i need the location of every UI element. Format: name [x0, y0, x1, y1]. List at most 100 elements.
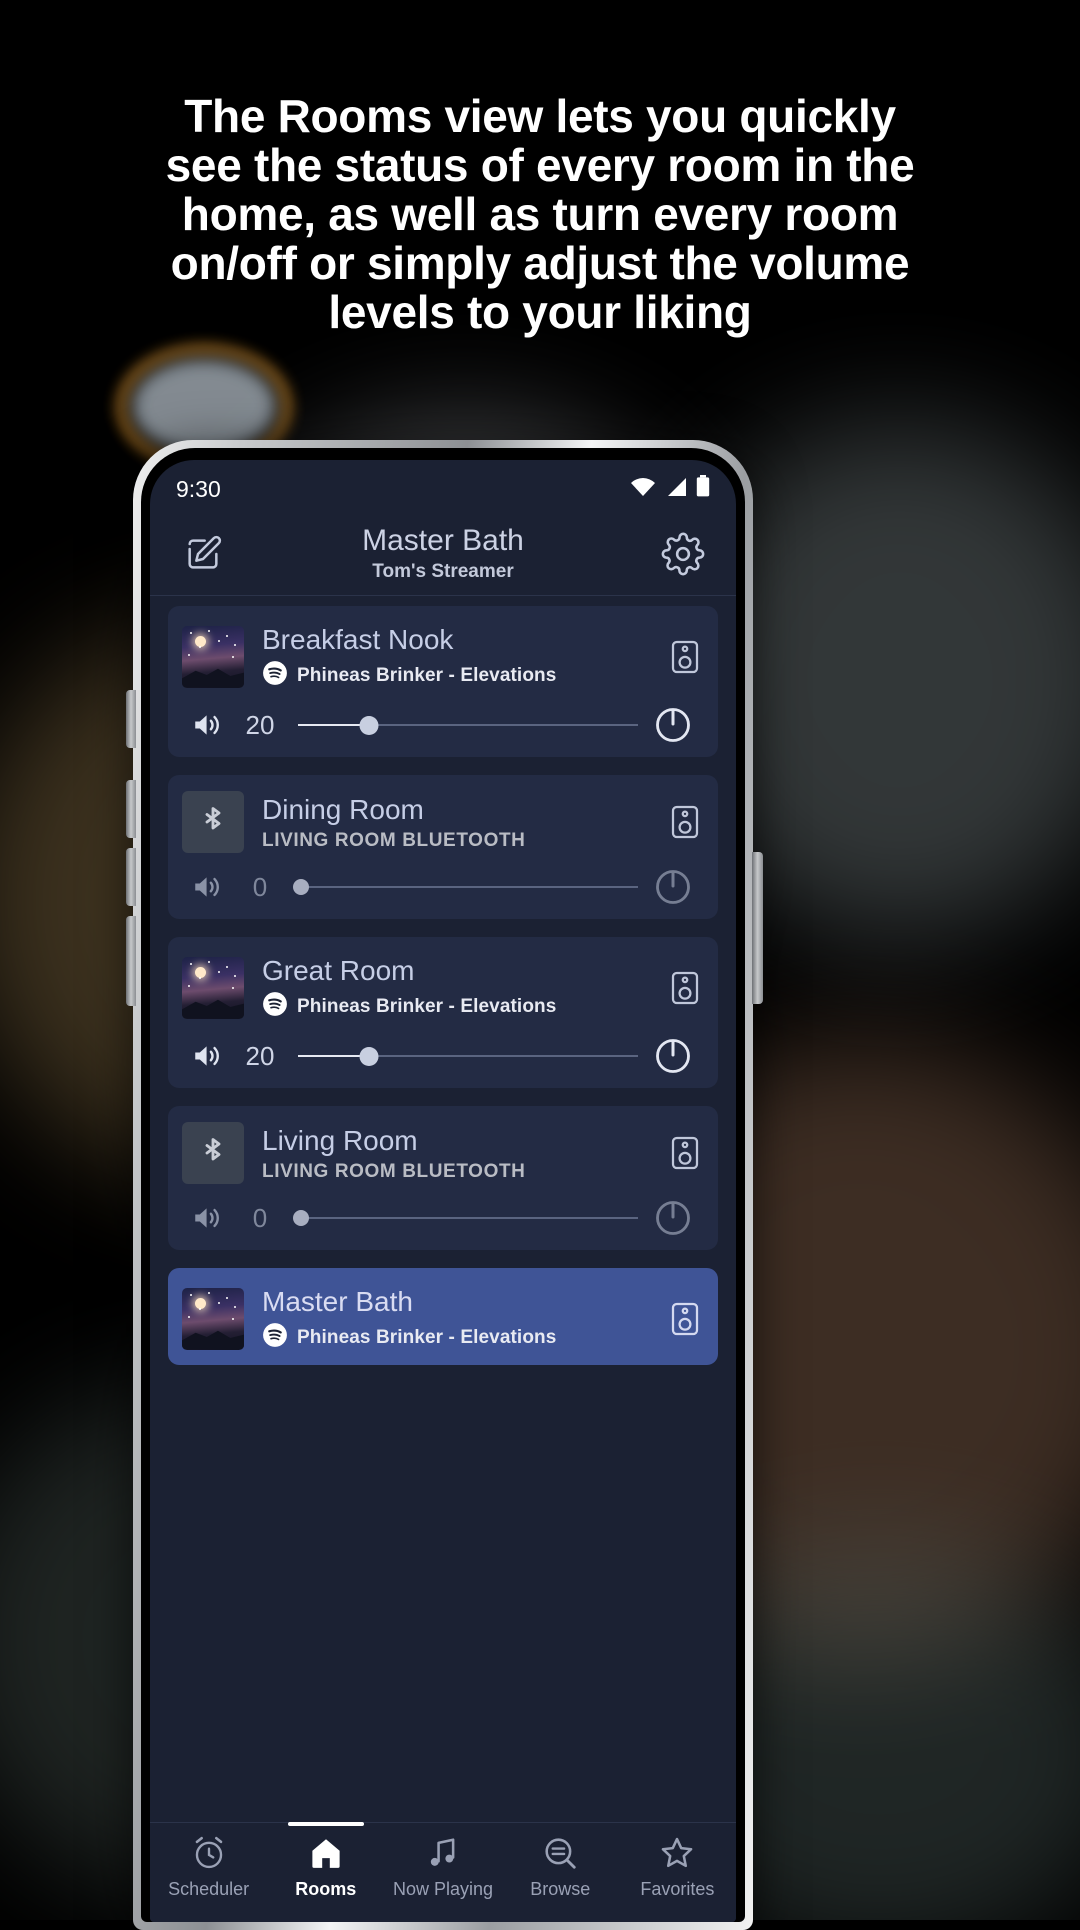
- power-button[interactable]: [646, 867, 700, 907]
- slider-fill: [298, 724, 370, 726]
- slider-knob[interactable]: [293, 879, 310, 895]
- room-info: Dining Room LIVING ROOM BLUETOOTH: [244, 792, 666, 852]
- album-art[interactable]: [182, 1287, 244, 1350]
- phone-bezel: 9:30 Master Bath Tom's Streamer Breakfas…: [141, 448, 745, 1922]
- volume-slider[interactable]: [298, 712, 638, 738]
- power-button[interactable]: [646, 705, 700, 745]
- phone-side-button: [126, 690, 136, 748]
- bottom-navigation: Scheduler Rooms Now Playing Browse Favorites: [150, 1822, 736, 1922]
- wifi-icon: [630, 476, 656, 503]
- slider-knob[interactable]: [359, 1046, 379, 1066]
- room-card[interactable]: Dining Room LIVING ROOM BLUETOOTH 0: [168, 775, 718, 919]
- room-card-header: Breakfast Nook Phineas Brinker - Elevatio…: [182, 622, 704, 691]
- power-button[interactable]: [646, 1198, 700, 1238]
- room-card[interactable]: Living Room LIVING ROOM BLUETOOTH 0: [168, 1106, 718, 1250]
- room-now-playing: Phineas Brinker - Elevations: [262, 1322, 666, 1353]
- volume-slider[interactable]: [298, 1043, 638, 1069]
- nav-item-label: Now Playing: [392, 1879, 494, 1899]
- status-bar: 9:30: [150, 460, 736, 512]
- volume-icon[interactable]: [186, 1201, 230, 1235]
- speaker-icon[interactable]: [666, 639, 704, 675]
- speaker-icon[interactable]: [666, 1135, 704, 1171]
- nav-item-label: Rooms: [295, 1879, 357, 1899]
- speaker-icon[interactable]: [666, 804, 704, 840]
- room-card-header: Great Room Phineas Brinker - Elevations: [182, 953, 704, 1022]
- headline-line: on/off or simply adjust the volume: [170, 237, 910, 289]
- room-card-header: Master Bath Phineas Brinker - Elevations: [182, 1284, 704, 1353]
- now-playing-text: Phineas Brinker - Elevations: [297, 995, 557, 1017]
- home-icon: [307, 1831, 345, 1875]
- nav-item-favorites[interactable]: Favorites: [619, 1831, 736, 1900]
- room-controls: 20: [182, 1036, 704, 1076]
- volume-value: 0: [252, 871, 268, 902]
- slider-fill: [298, 1055, 370, 1057]
- room-name: Dining Room: [262, 794, 424, 825]
- room-controls: 20: [182, 705, 704, 745]
- room-name: Living Room: [262, 1125, 418, 1156]
- page-subtitle: Tom's Streamer: [372, 560, 514, 582]
- now-playing-text: Phineas Brinker - Elevations: [297, 1326, 557, 1348]
- headline-line: home, as well as turn every room: [181, 188, 899, 240]
- volume-value: 0: [252, 1202, 268, 1233]
- volume-slider[interactable]: [293, 874, 638, 900]
- room-card[interactable]: Master Bath Phineas Brinker - Elevations: [168, 1268, 718, 1365]
- nav-item-now-playing[interactable]: Now Playing: [384, 1831, 501, 1900]
- room-controls: 0: [182, 1198, 704, 1238]
- spotify-icon: [262, 660, 288, 691]
- room-now-playing: Phineas Brinker - Elevations: [262, 991, 666, 1022]
- volume-slider[interactable]: [293, 1205, 638, 1231]
- volume-icon[interactable]: [186, 708, 230, 742]
- phone-screen: 9:30 Master Bath Tom's Streamer Breakfas…: [150, 460, 736, 1922]
- edit-pencil-icon[interactable]: [180, 531, 226, 577]
- nav-item-label: Scheduler: [168, 1879, 250, 1899]
- volume-icon[interactable]: [186, 870, 230, 904]
- volume-value: 20: [245, 709, 275, 740]
- room-now-playing: LIVING ROOM BLUETOOTH: [262, 1161, 666, 1183]
- phone-side-button: [126, 848, 136, 906]
- now-playing-text: LIVING ROOM BLUETOOTH: [262, 830, 526, 851]
- promo-headline: The Rooms view lets you quickly see the …: [0, 92, 1080, 337]
- slider-knob[interactable]: [293, 1210, 310, 1226]
- now-playing-text: LIVING ROOM BLUETOOTH: [262, 1161, 526, 1182]
- status-bar-time: 9:30: [176, 475, 221, 502]
- alarm-clock-icon: [190, 1831, 228, 1875]
- status-bar-icons: [630, 475, 710, 503]
- headline-line: see the status of every room in the: [165, 139, 915, 191]
- room-name: Master Bath: [262, 1286, 413, 1317]
- speaker-icon[interactable]: [666, 970, 704, 1006]
- header-titles: Master Bath Tom's Streamer: [226, 523, 660, 585]
- phone-side-button: [126, 780, 136, 838]
- volume-icon[interactable]: [186, 1039, 230, 1073]
- cellular-signal-icon: [665, 476, 687, 503]
- room-info: Breakfast Nook Phineas Brinker - Elevatio…: [244, 622, 666, 691]
- speaker-icon[interactable]: [666, 1301, 704, 1337]
- room-name: Great Room: [262, 955, 415, 986]
- nav-item-label: Browse: [530, 1879, 591, 1899]
- headline-line: The Rooms view lets you quickly: [184, 90, 896, 142]
- rooms-list: Breakfast Nook Phineas Brinker - Elevatio…: [150, 596, 736, 1365]
- album-art[interactable]: [182, 956, 244, 1019]
- bluetooth-source-tile[interactable]: [182, 791, 244, 853]
- page-title: Master Bath: [362, 523, 524, 557]
- nav-item-browse[interactable]: Browse: [502, 1831, 619, 1900]
- bluetooth-source-tile[interactable]: [182, 1122, 244, 1184]
- app-header: Master Bath Tom's Streamer: [150, 512, 736, 596]
- nav-item-rooms[interactable]: Rooms: [267, 1822, 384, 1900]
- nav-item-label: Favorites: [640, 1879, 715, 1899]
- slider-knob[interactable]: [359, 715, 379, 735]
- active-tab-indicator: [287, 1822, 364, 1826]
- slider-track: [298, 1217, 638, 1219]
- headline-line: levels to your liking: [328, 286, 752, 338]
- music-notes-icon: [424, 1831, 462, 1875]
- phone-side-button: [126, 916, 136, 1006]
- slider-track: [298, 886, 638, 888]
- room-info: Living Room LIVING ROOM BLUETOOTH: [244, 1123, 666, 1183]
- room-card[interactable]: Great Room Phineas Brinker - Elevations 20: [168, 937, 718, 1088]
- room-card[interactable]: Breakfast Nook Phineas Brinker - Elevatio…: [168, 606, 718, 757]
- power-button[interactable]: [646, 1036, 700, 1076]
- room-card-header: Dining Room LIVING ROOM BLUETOOTH: [182, 791, 704, 853]
- spotify-icon: [262, 991, 288, 1022]
- gear-icon[interactable]: [660, 531, 706, 577]
- album-art[interactable]: [182, 625, 244, 688]
- nav-item-scheduler[interactable]: Scheduler: [150, 1831, 267, 1900]
